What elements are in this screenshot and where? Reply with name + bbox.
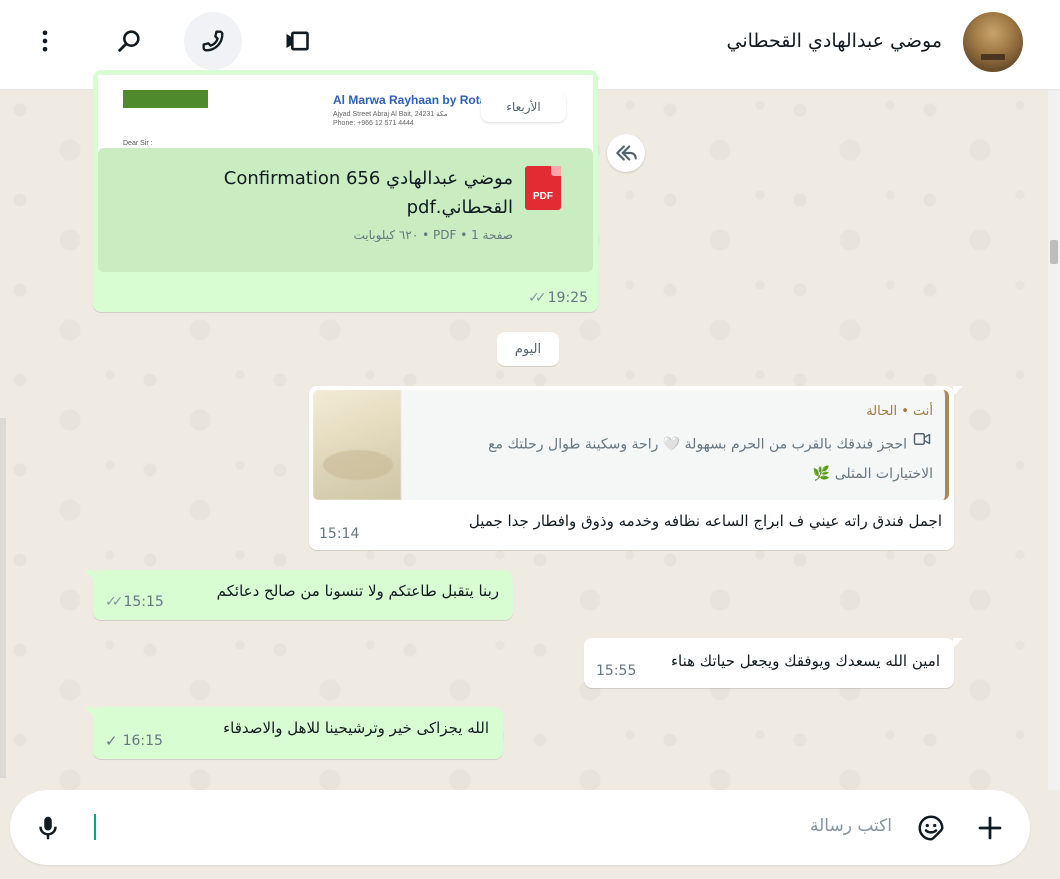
message-time-text: 19:25 [547,290,588,306]
preview-phone: Phone: +966 12 571 4444 [333,120,414,127]
file-name: موضي عبدالهادي Confirmation 656 القحطاني… [223,168,513,218]
mic-icon[interactable] [30,810,66,846]
forward-button[interactable] [607,134,645,172]
menu-dots-icon[interactable] [16,12,74,70]
message-time: ✓ 16:15 [105,732,163,750]
contact-name[interactable]: موضي عبدالهادي القحطاني [727,30,942,52]
message-text: ربنا يتقبل طاعتكم ولا تنسونا من صالح دعا… [216,582,499,600]
forward-icon [616,145,637,161]
message-text: امين الله يسعدك ويوفقك ويجعل حياتك هناء [670,652,940,670]
file-meta: صفحة 1 • PDF • ٦٢٠ كيلوبايت [353,228,513,242]
attach-plus-icon[interactable] [972,810,1008,846]
sent-tick-icon: ✓ [105,732,118,750]
preview-hotel-name: Al Marwa Rayhaan by Rotana [333,93,501,107]
scrollbar-thumb[interactable] [1050,240,1058,264]
read-ticks-icon: ✓✓ [105,594,124,610]
left-panel-edge [0,418,6,778]
document-logo [123,90,208,108]
video-camera-icon [911,430,933,459]
weekday-chip: الأربعاء [481,92,566,122]
message-time: 15:14 [319,526,360,542]
scrollbar[interactable] [1048,90,1060,790]
incoming-message[interactable]: امين الله يسعدك ويوفقك ويجعل حياتك هناء … [584,638,963,688]
outgoing-message[interactable]: ربنا يتقبل طاعتكم ولا تنسونا من صالح دعا… [84,570,513,620]
message-time: ✓✓ 19:25 [528,290,588,306]
preview-salutation: Dear Sir : [123,140,153,147]
outgoing-message[interactable]: الله يجزاکی خیر وترشيحينا للاهل والاصدقا… [84,707,503,759]
quote-sender: أنت • الحالة [866,404,933,419]
message-time: 15:55 [596,663,637,679]
read-ticks-icon: ✓✓ [528,290,547,306]
message-text: اجمل فندق راته عيني ف ابراج الساعه نظافه… [468,512,942,530]
quoted-status[interactable]: أنت • الحالة احجز فندقك بالقرب من الحرم … [313,390,949,500]
sticker-icon[interactable] [913,810,949,846]
text-cursor [94,814,96,840]
phone-icon[interactable] [184,12,242,70]
message-input[interactable] [100,806,890,848]
pdf-file-icon: PDF [525,166,561,210]
status-reply-message[interactable]: أنت • الحالة احجز فندقك بالقرب من الحرم … [309,386,963,550]
document-message[interactable]: Al Marwa Rayhaan by Rotana Ajyad Street … [93,70,598,312]
message-time: ✓✓ 15:15 [105,594,164,610]
search-icon[interactable] [100,12,158,70]
contact-avatar[interactable] [963,12,1023,72]
day-separator: اليوم [497,332,559,366]
video-icon[interactable] [268,12,326,70]
preview-address: Ajyad Street Abraj Al Bait, 24231 مكة [333,111,448,118]
quote-text: احجز فندقك بالقرب من الحرم بسهولة 🤍 راحة… [433,430,933,489]
status-thumbnail [313,390,401,500]
message-text: الله يجزاکی خیر وترشيحينا للاهل والاصدقا… [223,719,489,737]
input-placeholder: اكتب رسالة [810,816,892,836]
message-composer: اكتب رسالة [10,790,1030,865]
